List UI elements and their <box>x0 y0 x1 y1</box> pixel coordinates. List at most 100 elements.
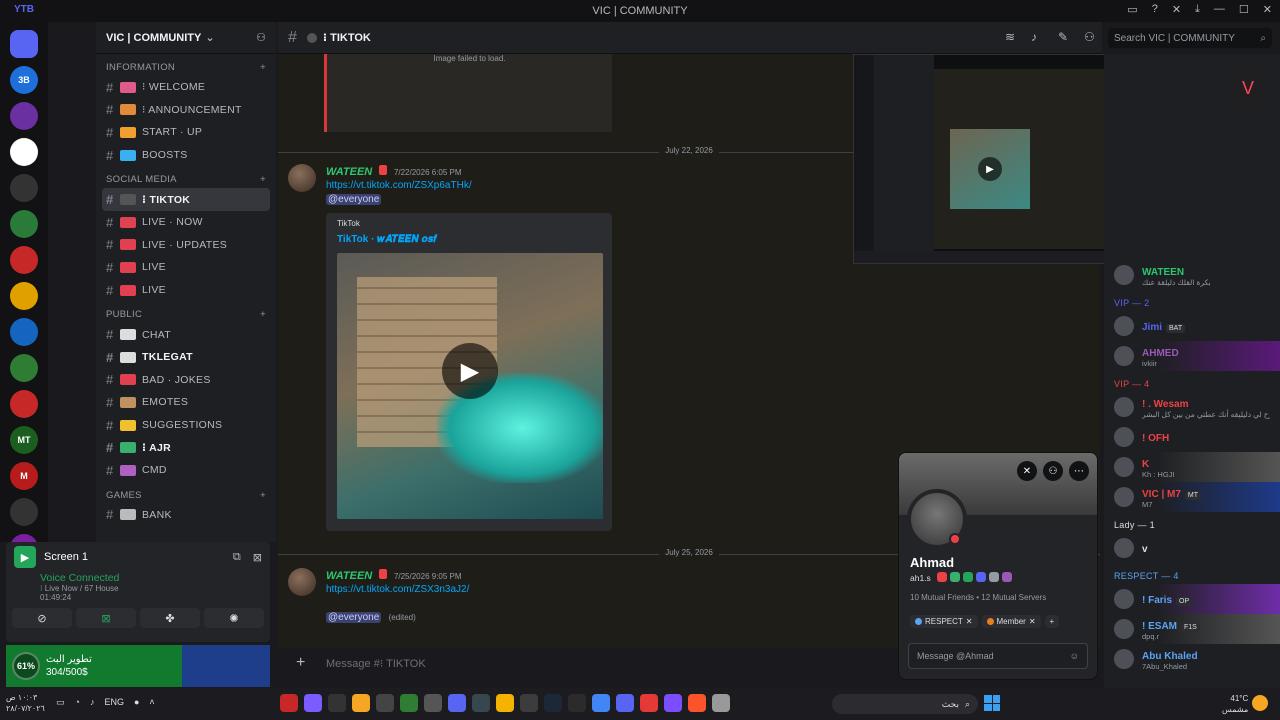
add-channel-icon[interactable]: + <box>260 309 266 320</box>
member-item[interactable]: ! . Wesam بحمرح لي دليليقه أنك عطتي من بي… <box>1104 392 1280 422</box>
add-member-icon[interactable]: ⚇ <box>256 31 266 44</box>
channel-item[interactable]: # LIVE <box>96 256 276 279</box>
channel-item[interactable]: # ⁝ ANNOUNCEMENT <box>96 99 276 122</box>
member-item[interactable]: Abu Khaled 7Abu_Khaled <box>1104 644 1280 674</box>
app-icon[interactable] <box>592 694 610 712</box>
tools-icon[interactable]: ✕ <box>1172 3 1181 16</box>
attach-plus-icon[interactable]: + <box>296 654 305 672</box>
soundboard-button[interactable]: ✺ <box>204 608 264 628</box>
server-icon[interactable] <box>10 102 38 130</box>
mention[interactable]: @everyone <box>326 194 382 205</box>
app-icon[interactable] <box>280 694 298 712</box>
badge-icon[interactable] <box>950 572 960 582</box>
add-channel-icon[interactable]: + <box>260 174 266 185</box>
channel-item[interactable]: # START · UP <box>96 121 276 144</box>
server-icon[interactable] <box>10 318 38 346</box>
add-friend-icon[interactable]: ⚇ <box>1043 461 1063 481</box>
app-icon[interactable] <box>376 694 394 712</box>
channel-category[interactable]: PUBLIC + <box>96 301 276 323</box>
server-icon[interactable] <box>10 210 38 238</box>
app-icon[interactable] <box>304 694 322 712</box>
app-icon[interactable] <box>328 694 346 712</box>
app-icon[interactable] <box>472 694 490 712</box>
app-icon[interactable] <box>640 694 658 712</box>
channel-item[interactable]: # LIVE <box>96 279 276 302</box>
language-indicator[interactable]: ENG <box>104 697 124 708</box>
message-link[interactable]: https://vt.tiktok.com/ZSX3n3aJ2/ <box>326 584 848 595</box>
server-icon[interactable]: MT <box>10 426 38 454</box>
channel-category[interactable]: SOCIAL MEDIA + <box>96 166 276 188</box>
server-icon[interactable] <box>10 498 38 526</box>
channel-item[interactable]: # LIVE · NOW <box>96 211 276 234</box>
play-icon[interactable]: ▶ <box>442 343 498 399</box>
taskbar-search[interactable]: بحث ⌕ <box>832 694 978 714</box>
members-icon[interactable]: ⚇ <box>1084 30 1095 44</box>
volume-icon[interactable]: ♪ <box>90 697 95 708</box>
popout-icon[interactable]: ⧉ <box>233 551 241 564</box>
member-item[interactable]: K Kh : HGJI <box>1104 452 1280 482</box>
weather-widget[interactable]: 41°C مشمس <box>1222 693 1248 715</box>
server-icon[interactable]: 3B <box>10 66 38 94</box>
emoji-icon[interactable]: ☺ <box>1070 651 1079 661</box>
profile-message-input[interactable]: Message @Ahmad ☺ <box>908 643 1088 669</box>
channel-item[interactable]: # TKLEGAT <box>96 346 276 369</box>
threads-icon[interactable]: ≋ <box>1005 30 1015 44</box>
member-item[interactable]: WATEEN بكرة القلك دليلقة عنك <box>1104 260 1280 290</box>
badge-icon[interactable] <box>937 572 947 582</box>
avatar[interactable] <box>288 164 316 192</box>
game-activity-icon[interactable]: V <box>1232 72 1264 104</box>
wifi-icon[interactable]: ◔ <box>75 697 80 708</box>
member-item[interactable]: Jimi BAT <box>1104 311 1280 341</box>
mutual-info[interactable]: 10 Mutual Friends • 12 Mutual Servers <box>910 593 1046 602</box>
server-icon[interactable] <box>10 30 38 58</box>
server-header[interactable]: VIC | COMMUNITY ⌄ ⚇ <box>96 22 276 54</box>
server-icon[interactable] <box>10 138 38 166</box>
app-icon[interactable] <box>712 694 730 712</box>
app-icon[interactable] <box>664 694 682 712</box>
notification-icon[interactable]: ▭ <box>56 697 65 708</box>
badge-icon[interactable] <box>989 572 999 582</box>
channel-item[interactable]: # ⁝ AJR <box>96 436 276 459</box>
member-item[interactable]: ! ESAM F1S dpq.r <box>1104 614 1280 644</box>
channel-item[interactable]: # CMD <box>96 459 276 482</box>
activities-button[interactable]: ✤ <box>140 608 200 628</box>
add-role-button[interactable]: + <box>1044 615 1060 628</box>
close-stream-icon[interactable]: ⊠ <box>253 551 262 564</box>
server-icon[interactable]: M <box>10 462 38 490</box>
message-author[interactable]: WATEEN <box>326 166 372 178</box>
app-icon[interactable] <box>424 694 442 712</box>
message-input[interactable]: + Message #⁝ TIKTOK <box>290 650 890 676</box>
channel-item[interactable]: # ⁝ TIKTOK <box>102 188 270 211</box>
message-link[interactable]: https://vt.tiktok.com/ZSXp6aTHk/ <box>326 180 848 191</box>
add-channel-icon[interactable]: + <box>260 62 266 73</box>
more-options-icon[interactable]: ⋯ <box>1069 461 1089 481</box>
channel-category[interactable]: INFORMATION + <box>96 54 276 76</box>
app-icon[interactable] <box>352 694 370 712</box>
inbox-icon[interactable]: ▭ <box>1127 3 1137 16</box>
avatar[interactable] <box>288 568 316 596</box>
channel-item[interactable]: # BAD · JOKES <box>96 369 276 392</box>
boost-goal-banner[interactable]: 61% تطوير البث 304/500$ <box>6 645 182 687</box>
embed-video[interactable]: ▶ <box>337 253 603 519</box>
badge-icon[interactable] <box>963 572 973 582</box>
app-icon[interactable] <box>400 694 418 712</box>
badge-icon[interactable] <box>1002 572 1012 582</box>
share-screen-button[interactable]: ⊠ <box>76 608 136 628</box>
app-icon[interactable] <box>448 694 466 712</box>
member-item[interactable]: v <box>1104 533 1280 563</box>
server-icon[interactable] <box>10 246 38 274</box>
minimize-button[interactable]: — <box>1214 3 1225 16</box>
role-pill[interactable]: RESPECT ✕ <box>910 615 978 628</box>
voice-channel[interactable]: ⁝ Live Now / 67 House <box>6 584 270 593</box>
server-icon[interactable] <box>10 282 38 310</box>
embed-title[interactable]: TikTok · 𝒘𝑨𝑻𝑬𝑬𝑵 𝒐𝒔𝒇 <box>337 234 604 245</box>
mention[interactable]: @everyone <box>326 612 382 623</box>
member-item[interactable]: ! Faris OP <box>1104 584 1280 614</box>
channel-item[interactable]: # ⁝ WELCOME <box>96 76 276 99</box>
app-icon[interactable] <box>616 694 634 712</box>
clock[interactable]: ١٠:٠٣ ص ٢٨/٠٧/٢٠٢٦ <box>6 692 45 714</box>
message-author[interactable]: WATEEN <box>326 570 372 582</box>
camera-off-button[interactable]: ⊘ <box>12 608 72 628</box>
channel-item[interactable]: # LIVE · UPDATES <box>96 234 276 257</box>
role-pill[interactable]: Member ✕ <box>981 615 1041 628</box>
